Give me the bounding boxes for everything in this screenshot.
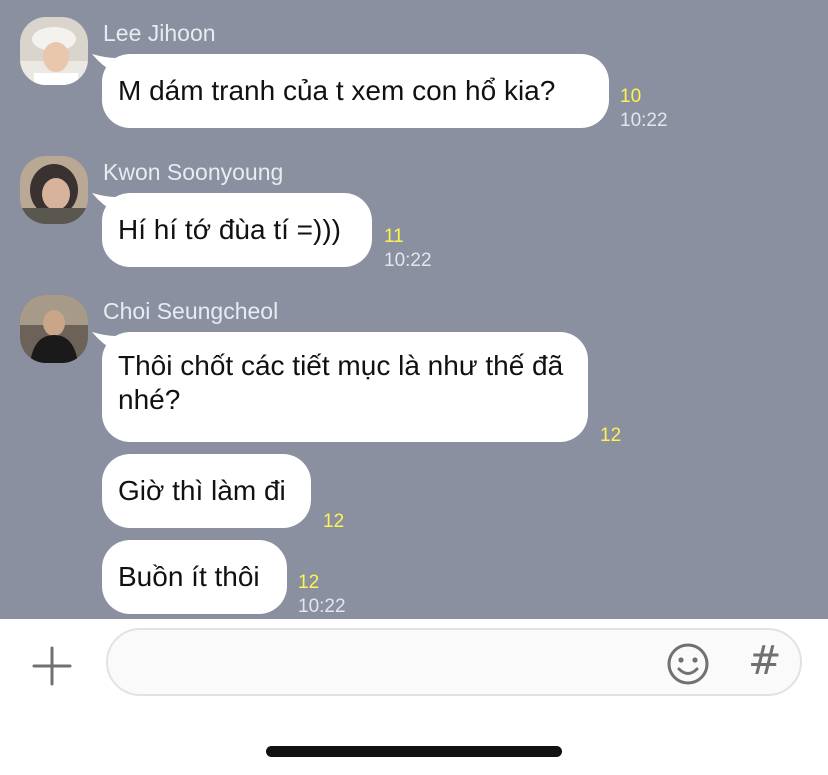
message-input-box[interactable]: # [106, 628, 802, 696]
message-text: Thôi chốt các tiết mục là như thế đã nhé… [118, 350, 564, 415]
message-bubble[interactable]: Thôi chốt các tiết mục là như thế đã nhé… [102, 332, 588, 442]
avatar-lee-jihoon[interactable] [20, 17, 88, 85]
message-composer: # [0, 619, 828, 775]
message-text: Hí hí tớ đùa tí =))) [118, 214, 341, 245]
avatar-choi-seungcheol[interactable] [20, 295, 88, 363]
read-count: 11 [384, 226, 404, 247]
hashtag-button[interactable]: # [748, 638, 782, 684]
message-bubble[interactable]: Hí hí tớ đùa tí =))) [102, 193, 372, 267]
read-count: 12 [298, 572, 320, 593]
read-count: 12 [600, 425, 622, 446]
message-bubble[interactable]: Giờ thì làm đi [102, 454, 311, 528]
sender-name: Lee Jihoon [103, 20, 216, 46]
sender-name: Kwon Soonyoung [103, 159, 284, 185]
message-text: Buồn ít thôi [118, 561, 260, 592]
chat-area[interactable]: Lee Jihoon M dám tranh của t xem con hổ … [0, 0, 828, 619]
read-count: 10 [620, 86, 642, 107]
home-indicator [266, 746, 562, 757]
message-time: 10:22 [620, 110, 668, 131]
message-input[interactable] [128, 640, 652, 686]
message-bubble[interactable]: Buồn ít thôi [102, 540, 287, 614]
message-text: M dám tranh của t xem con hổ kia? [118, 75, 556, 106]
plus-icon[interactable] [32, 646, 72, 686]
smiley-icon[interactable] [666, 642, 710, 686]
message-time: 10:22 [298, 596, 346, 617]
read-count: 12 [323, 511, 345, 532]
message-bubble[interactable]: M dám tranh của t xem con hổ kia? [102, 54, 609, 128]
message-time: 10:22 [384, 250, 432, 271]
sender-name: Choi Seungcheol [103, 298, 279, 324]
avatar-kwon-soonyoung[interactable] [20, 156, 88, 224]
message-text: Giờ thì làm đi [118, 475, 286, 506]
